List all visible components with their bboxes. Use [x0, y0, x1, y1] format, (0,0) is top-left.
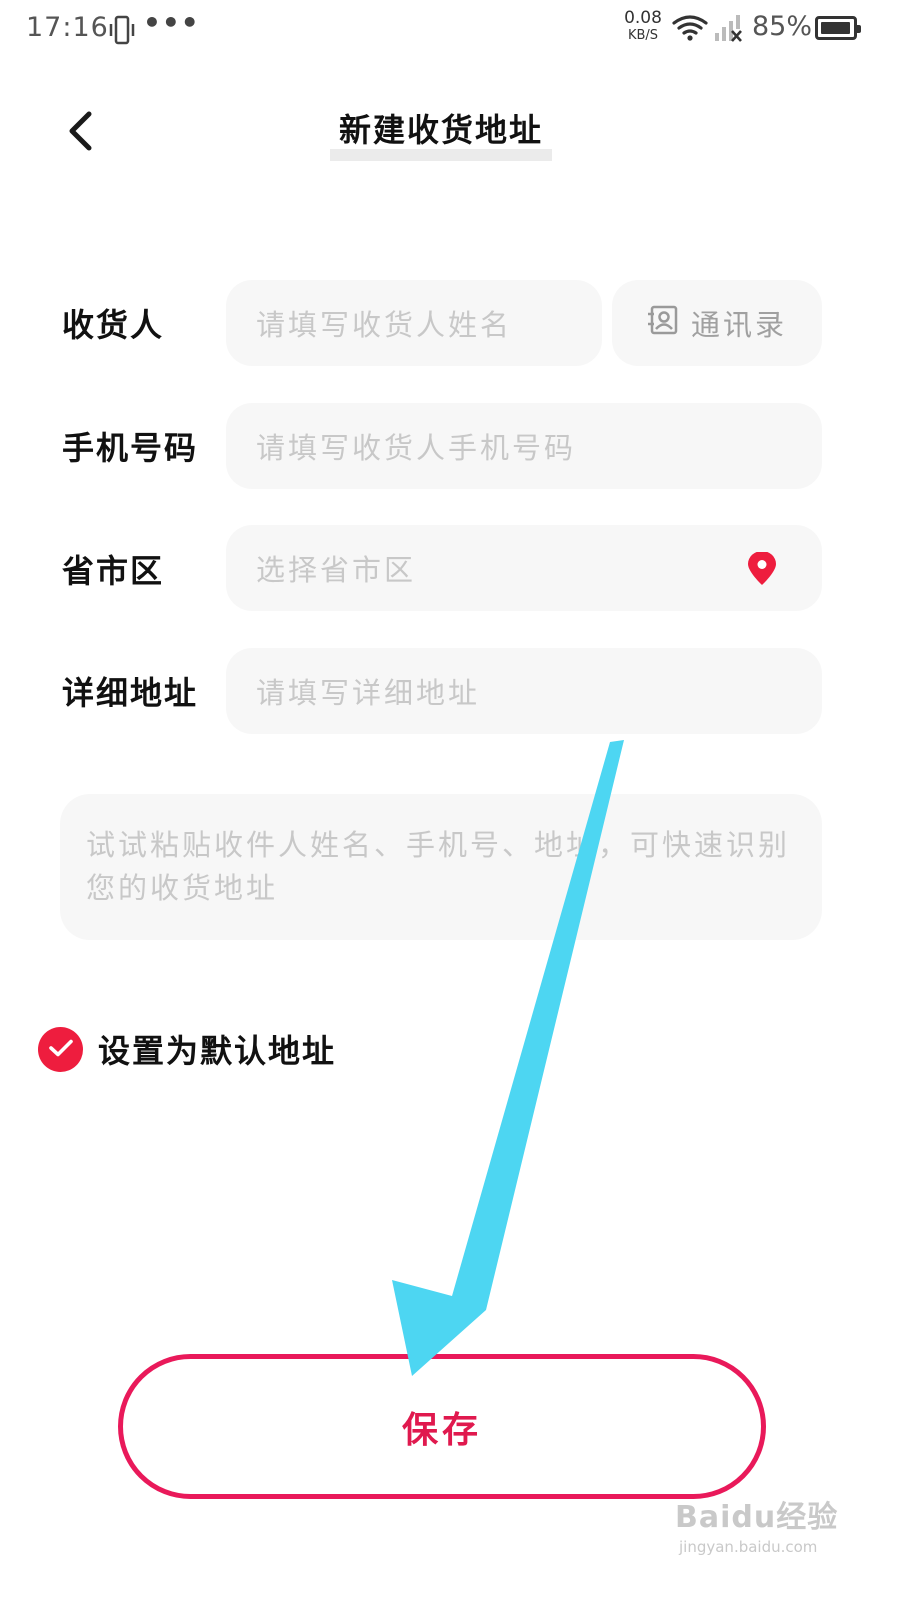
baidu-watermark: Baidu经验 jingyan.baidu.com: [675, 1492, 838, 1556]
vibrate-icon: [108, 15, 136, 49]
network-speed: 0.08 KB/S: [622, 10, 664, 44]
address-placeholder: 请填写详细地址: [256, 676, 481, 710]
back-button[interactable]: [50, 100, 110, 166]
save-button[interactable]: 保存: [118, 1354, 766, 1499]
battery-icon: [815, 16, 861, 40]
battery-percent: 85%: [752, 11, 813, 42]
network-speed-unit: KB/S: [627, 28, 659, 43]
network-speed-value: 0.08: [624, 8, 662, 28]
recipient-name-input[interactable]: 请填写收货人姓名: [226, 280, 602, 366]
location-pin-icon[interactable]: [746, 551, 778, 593]
watermark-brand: Baidu经验: [675, 1500, 839, 1535]
recipient-name-placeholder: 请填写收货人姓名: [256, 308, 513, 342]
page-title: 新建收货地址: [338, 111, 543, 149]
region-label: 省市区: [62, 552, 165, 590]
wifi-icon: [672, 14, 708, 46]
contacts-button[interactable]: 通讯录: [612, 280, 822, 366]
cellular-signal-icon: [714, 15, 744, 47]
phone-placeholder: 请填写收货人手机号码: [256, 431, 577, 465]
detail-address-input[interactable]: 请填写详细地址: [226, 648, 822, 734]
smart-paste-placeholder: 试试粘贴收件人姓名、手机号、地址，可快速识别您的收货地址: [86, 828, 791, 905]
save-button-label: 保存: [401, 1408, 482, 1451]
status-time: 17:16: [26, 12, 109, 43]
chevron-left-icon: [65, 111, 95, 155]
more-notifications-icon: •••: [143, 6, 200, 39]
default-address-checkbox[interactable]: [38, 1027, 83, 1072]
watermark-url: jingyan.baidu.com: [679, 1538, 818, 1556]
checkmark-icon: [48, 1038, 74, 1062]
region-placeholder: 选择省市区: [256, 553, 417, 587]
recipient-label: 收货人: [62, 306, 165, 344]
region-selector[interactable]: 选择省市区: [226, 525, 822, 611]
smart-paste-textarea[interactable]: 试试粘贴收件人姓名、手机号、地址，可快速识别您的收货地址: [60, 794, 822, 940]
address-label: 详细地址: [62, 674, 199, 712]
phone-number-input[interactable]: 请填写收货人手机号码: [226, 403, 822, 489]
default-address-label: 设置为默认地址: [98, 1032, 337, 1070]
contacts-label: 通讯录: [690, 308, 787, 342]
contact-book-icon: [647, 304, 679, 343]
phone-label: 手机号码: [62, 429, 199, 467]
